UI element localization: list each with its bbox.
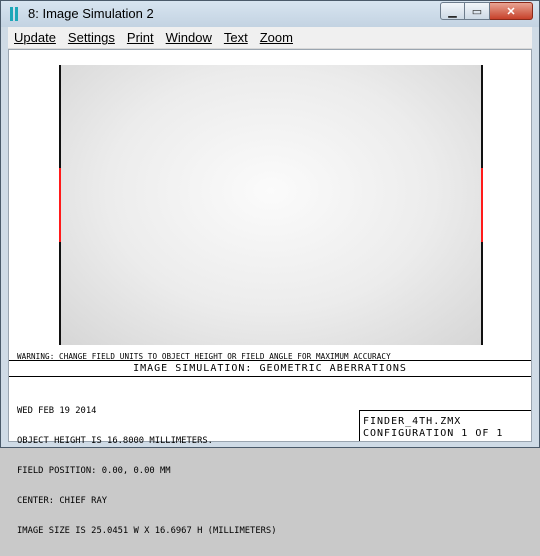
info-date: WED FEB 19 2014: [17, 406, 97, 416]
close-icon: ✕: [506, 5, 516, 18]
image-simulation-window: 8: Image Simulation 2 ▁ ▭ ✕ Update Setti…: [0, 0, 540, 536]
menu-bar: Update Settings Print Window Text Zoom: [8, 27, 532, 49]
left-edge-marker: [59, 168, 61, 242]
info-object-height: OBJECT HEIGHT IS 16.8000 MILLIMETERS.: [17, 436, 213, 446]
menu-print[interactable]: Print: [121, 30, 160, 45]
divider-top: [9, 360, 531, 361]
info-image-size: IMAGE SIZE IS 25.0451 W X 16.6967 H (MIL…: [17, 526, 277, 536]
title-bar[interactable]: 8: Image Simulation 2 ▁ ▭ ✕: [1, 1, 539, 27]
window-title: 8: Image Simulation 2: [28, 6, 154, 21]
menu-text[interactable]: Text: [218, 30, 254, 45]
config-box: FINDER_4TH.ZMX CONFIGURATION 1 OF 1: [359, 410, 531, 441]
menu-zoom[interactable]: Zoom: [254, 30, 299, 45]
right-edge-marker: [481, 168, 483, 242]
info-center: CENTER: CHIEF RAY: [17, 496, 108, 506]
minimize-icon: ▁: [448, 5, 457, 18]
info-field-position: FIELD POSITION: 0.00, 0.00 MM: [17, 466, 171, 476]
plot-info: WED FEB 19 2014 OBJECT HEIGHT IS 16.8000…: [17, 386, 277, 556]
menu-window[interactable]: Window: [160, 30, 218, 45]
file-name: FINDER_4TH.ZMX: [363, 416, 462, 427]
divider-caption: [9, 376, 531, 377]
simulated-image: [59, 65, 483, 345]
plot-area: WARNING: CHANGE FIELD UNITS TO OBJECT HE…: [8, 49, 532, 536]
menu-update[interactable]: Update: [8, 30, 62, 45]
app-icon[interactable]: [10, 7, 18, 21]
close-button[interactable]: ✕: [490, 2, 533, 20]
menu-settings[interactable]: Settings: [62, 30, 121, 45]
maximize-icon: ▭: [471, 5, 483, 18]
plot-caption: IMAGE SIMULATION: GEOMETRIC ABERRATIONS: [133, 363, 407, 374]
maximize-button[interactable]: ▭: [465, 2, 490, 20]
minimize-button[interactable]: ▁: [440, 2, 465, 20]
window-controls: ▁ ▭ ✕: [440, 2, 533, 21]
configuration-label: CONFIGURATION 1 OF 1: [363, 428, 504, 439]
